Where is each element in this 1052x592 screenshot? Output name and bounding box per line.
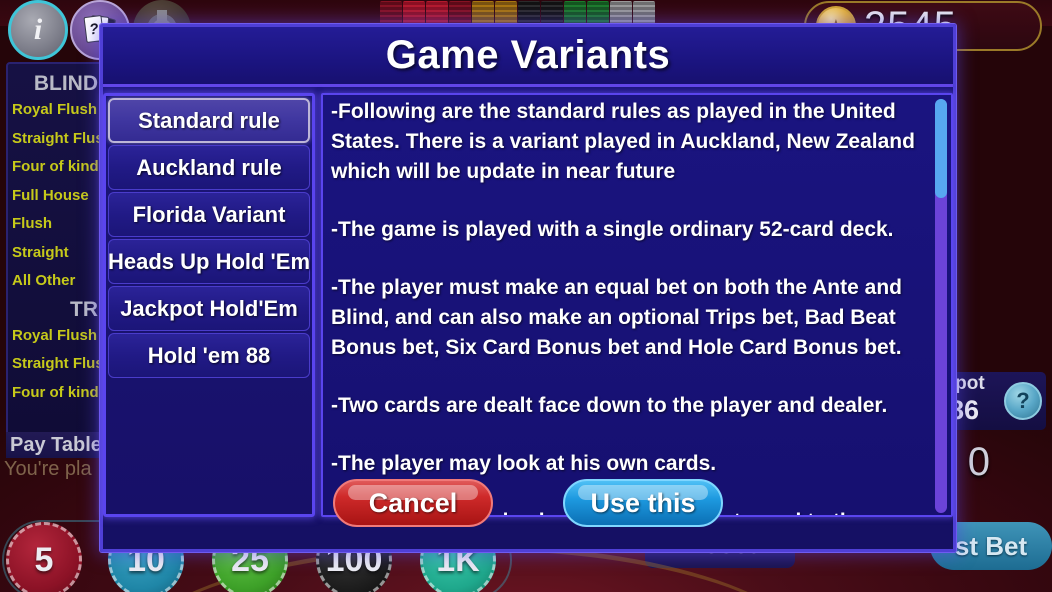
description-paragraph: -The player must make an equal bet on bo… (331, 276, 902, 359)
dialog-footer: Cancel Use this (103, 479, 953, 549)
game-variants-dialog: Game Variants Standard rule Auckland rul… (100, 24, 956, 552)
chip-5-button[interactable]: 5 (6, 522, 82, 592)
paytable-row: Straight Flus (12, 355, 104, 372)
dialog-title: Game Variants (385, 33, 671, 77)
cancel-button[interactable]: Cancel (333, 479, 493, 527)
paytable-trips-header: TR (70, 297, 98, 321)
variant-item-heads-up-holdem[interactable]: Heads Up Hold 'Em (108, 239, 310, 284)
paytable-row: Full House (12, 186, 89, 204)
variant-description-panel[interactable]: -Following are the standard rules as pla… (321, 93, 953, 517)
cancel-button-label: Cancel (368, 487, 458, 518)
description-paragraph: -Following are the standard rules as pla… (331, 100, 915, 183)
paytable-row: Flush (12, 215, 52, 232)
description-paragraph: -The player may look at his own cards. (331, 452, 717, 475)
description-scrollbar[interactable] (935, 99, 947, 513)
description-paragraph: -The game is played with a single ordina… (331, 218, 894, 241)
variant-item-florida-variant[interactable]: Florida Variant (108, 192, 310, 237)
paytable-row: Royal Flush (12, 326, 98, 344)
paytable-subtext: You're pla (4, 458, 92, 480)
paytable-blind-header: BLIND (33, 72, 98, 95)
background-chip-rack (380, 1, 680, 25)
use-this-button[interactable]: Use this (563, 479, 723, 527)
paytable-row: Straight (12, 243, 69, 261)
dialog-titlebar: Game Variants (103, 27, 953, 87)
paytable-row: Royal Flush (12, 101, 98, 118)
description-paragraph: -Two cards are dealt face down to the pl… (331, 394, 888, 417)
paytable-row: Four of kind (12, 158, 99, 175)
variant-list[interactable]: Standard rule Auckland rule Florida Vari… (103, 93, 315, 517)
bet-amount-value: 0 (967, 440, 990, 484)
paytable-row: Four of kind (12, 383, 99, 401)
paytable-row: Straight Flus (12, 129, 104, 147)
info-glyph: i (33, 13, 43, 46)
variant-item-holdem-88[interactable]: Hold 'em 88 (108, 333, 310, 378)
paytable-panel: BLIND Royal Flush Straight Flus Four of … (6, 62, 106, 452)
variant-description-text: -Following are the standard rules as pla… (331, 97, 931, 515)
info-icon[interactable]: i (8, 0, 68, 60)
paytable-row: All Other (12, 272, 76, 289)
variant-item-standard-rule[interactable]: Standard rule (108, 98, 310, 143)
paytable-label: Pay Table (6, 432, 110, 458)
jackpot-help-icon[interactable]: ? (1004, 382, 1042, 420)
description-scrollbar-thumb[interactable] (935, 99, 947, 199)
variant-item-jackpot-holdem[interactable]: Jackpot Hold'Em (108, 286, 310, 331)
use-this-button-label: Use this (590, 487, 696, 518)
variant-item-auckland-rule[interactable]: Auckland rule (108, 145, 310, 190)
game-screen: i ? ★ 2545 BLIND Royal Flush Straight Fl… (0, 0, 1052, 592)
